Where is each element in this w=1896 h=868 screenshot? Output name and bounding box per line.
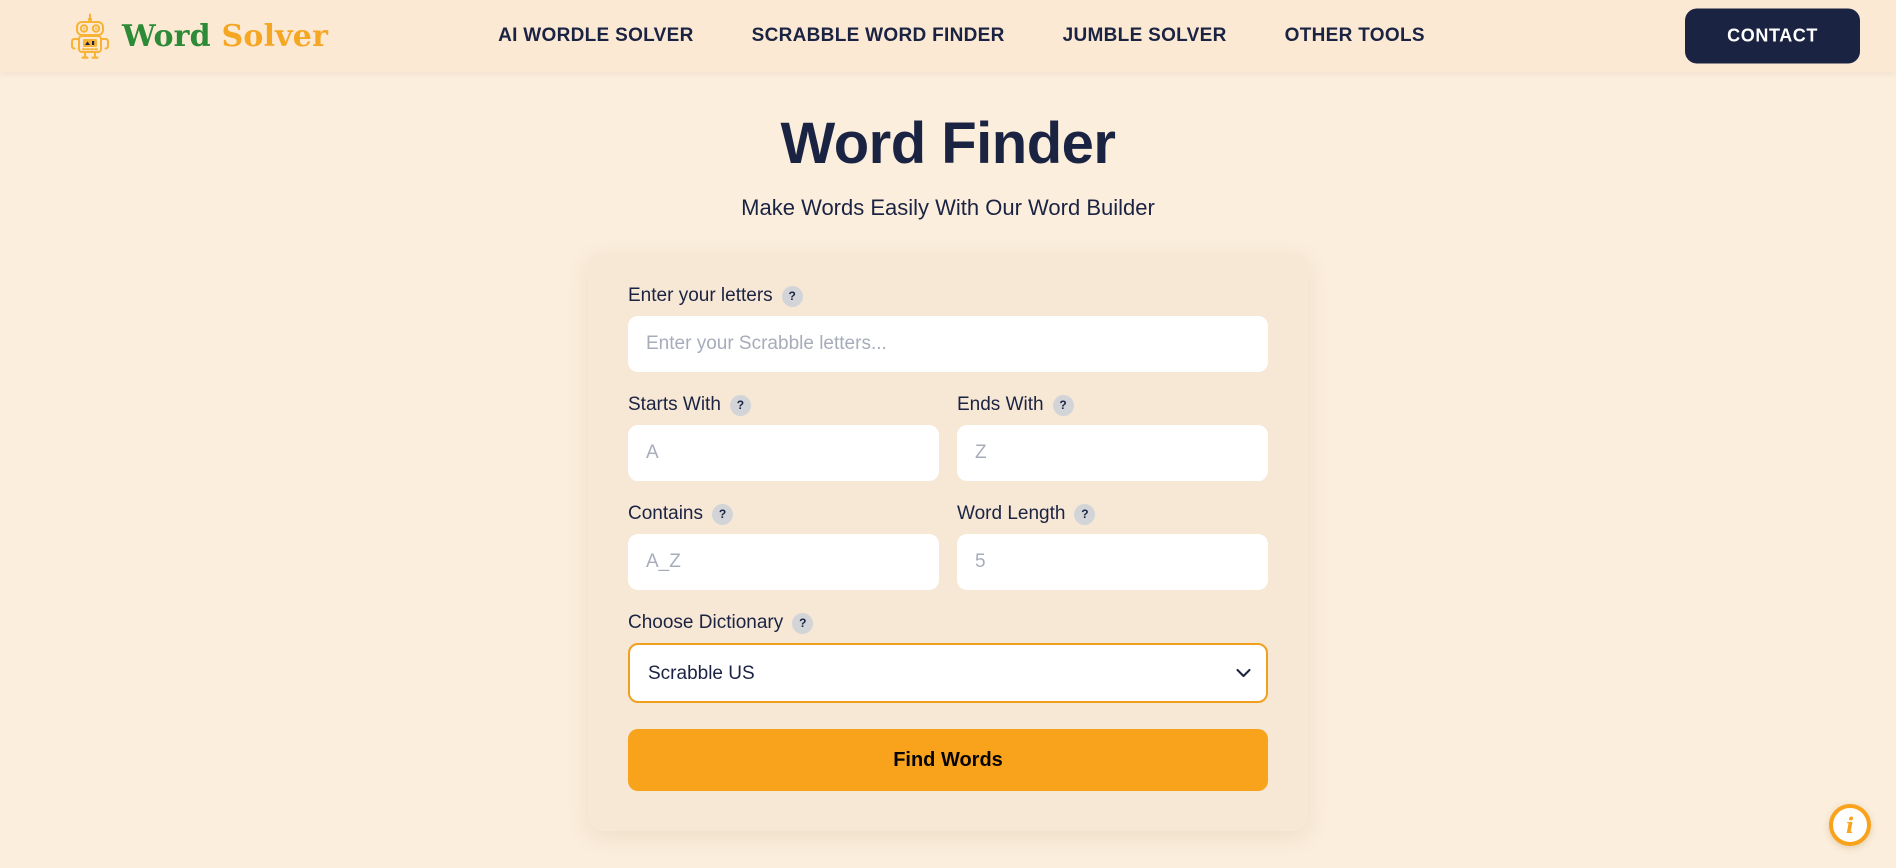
- field-letters: Enter your letters ?: [628, 285, 1268, 372]
- field-contains: Contains ?: [628, 503, 939, 590]
- nav-item-jumble-solver[interactable]: JUMBLE SOLVER: [1063, 25, 1227, 47]
- letters-help-icon[interactable]: ?: [781, 285, 803, 307]
- ends-with-label-row: Ends With ?: [957, 394, 1268, 416]
- row-dictionary: Choose Dictionary ? Scrabble US: [628, 612, 1268, 703]
- ends-with-label: Ends With: [957, 394, 1044, 415]
- dictionary-select-wrap: Scrabble US: [628, 643, 1268, 703]
- field-starts-with: Starts With ?: [628, 394, 939, 481]
- page-title: Word Finder: [780, 111, 1116, 176]
- find-words-button[interactable]: Find Words: [628, 729, 1268, 791]
- word-length-label: Word Length: [957, 503, 1066, 524]
- starts-with-label-row: Starts With ?: [628, 394, 939, 416]
- contains-label-row: Contains ?: [628, 503, 939, 525]
- brand-logo[interactable]: Word Solver: [68, 13, 328, 59]
- starts-with-label: Starts With: [628, 394, 721, 415]
- nav-item-scrabble-word-finder[interactable]: SCRABBLE WORD FINDER: [752, 25, 1005, 47]
- contact-button[interactable]: CONTACT: [1685, 8, 1860, 64]
- letters-label: Enter your letters: [628, 285, 773, 306]
- site-header: Word Solver AI WORDLE SOLVER SCRABBLE WO…: [0, 0, 1896, 72]
- nav-item-ai-wordle-solver[interactable]: AI WORDLE SOLVER: [498, 25, 694, 47]
- page-body: Word Finder Make Words Easily With Our W…: [0, 72, 1896, 868]
- word-finder-form-card: Enter your letters ? Starts With ? Ends …: [588, 253, 1308, 831]
- row-starts-ends: Starts With ? Ends With ?: [628, 394, 1268, 481]
- brand-word: Word: [122, 18, 211, 54]
- word-length-help-icon[interactable]: ?: [1074, 503, 1096, 525]
- field-word-length: Word Length ?: [957, 503, 1268, 590]
- dictionary-label-row: Choose Dictionary ?: [628, 612, 1268, 634]
- contains-help-icon[interactable]: ?: [712, 503, 733, 525]
- brand-text: Word Solver: [122, 19, 328, 54]
- word-length-input[interactable]: [957, 534, 1268, 590]
- field-dictionary: Choose Dictionary ? Scrabble US: [628, 612, 1268, 703]
- row-contains-length: Contains ? Word Length ?: [628, 503, 1268, 590]
- field-ends-with: Ends With ?: [957, 394, 1268, 481]
- contains-label: Contains: [628, 503, 703, 524]
- main-navigation: AI WORDLE SOLVER SCRABBLE WORD FINDER JU…: [498, 25, 1425, 47]
- nav-item-other-tools[interactable]: OTHER TOOLS: [1285, 25, 1425, 47]
- dictionary-select[interactable]: Scrabble US: [628, 643, 1268, 703]
- ends-with-help-icon[interactable]: ?: [1052, 394, 1074, 416]
- brand-solver: Solver: [221, 18, 329, 54]
- letters-label-row: Enter your letters ?: [628, 285, 1268, 307]
- dictionary-label: Choose Dictionary: [628, 612, 784, 633]
- letters-input[interactable]: [628, 316, 1268, 372]
- robot-icon: [71, 13, 109, 59]
- word-length-label-row: Word Length ?: [957, 503, 1268, 525]
- starts-with-help-icon[interactable]: ?: [729, 394, 751, 416]
- page-subtitle: Make Words Easily With Our Word Builder: [741, 195, 1155, 220]
- info-icon[interactable]: i: [1829, 804, 1871, 846]
- ends-with-input[interactable]: [957, 425, 1268, 481]
- contains-input[interactable]: [628, 534, 939, 590]
- dictionary-help-icon[interactable]: ?: [792, 612, 814, 634]
- starts-with-input[interactable]: [628, 425, 939, 481]
